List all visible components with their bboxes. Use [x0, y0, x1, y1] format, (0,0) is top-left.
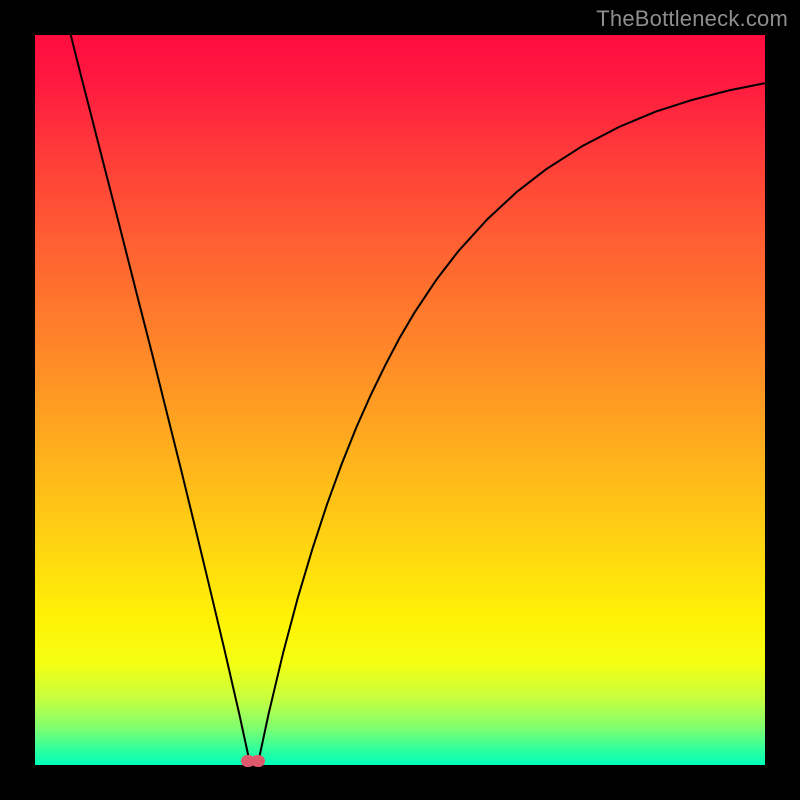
curve-layer: [35, 35, 765, 765]
watermark-text: TheBottleneck.com: [596, 6, 788, 32]
curve-right-branch: [258, 83, 765, 765]
plot-area: [35, 35, 765, 765]
minimum-marker-2: [251, 755, 265, 767]
curve-left-branch: [71, 35, 251, 765]
chart-frame: TheBottleneck.com: [0, 0, 800, 800]
